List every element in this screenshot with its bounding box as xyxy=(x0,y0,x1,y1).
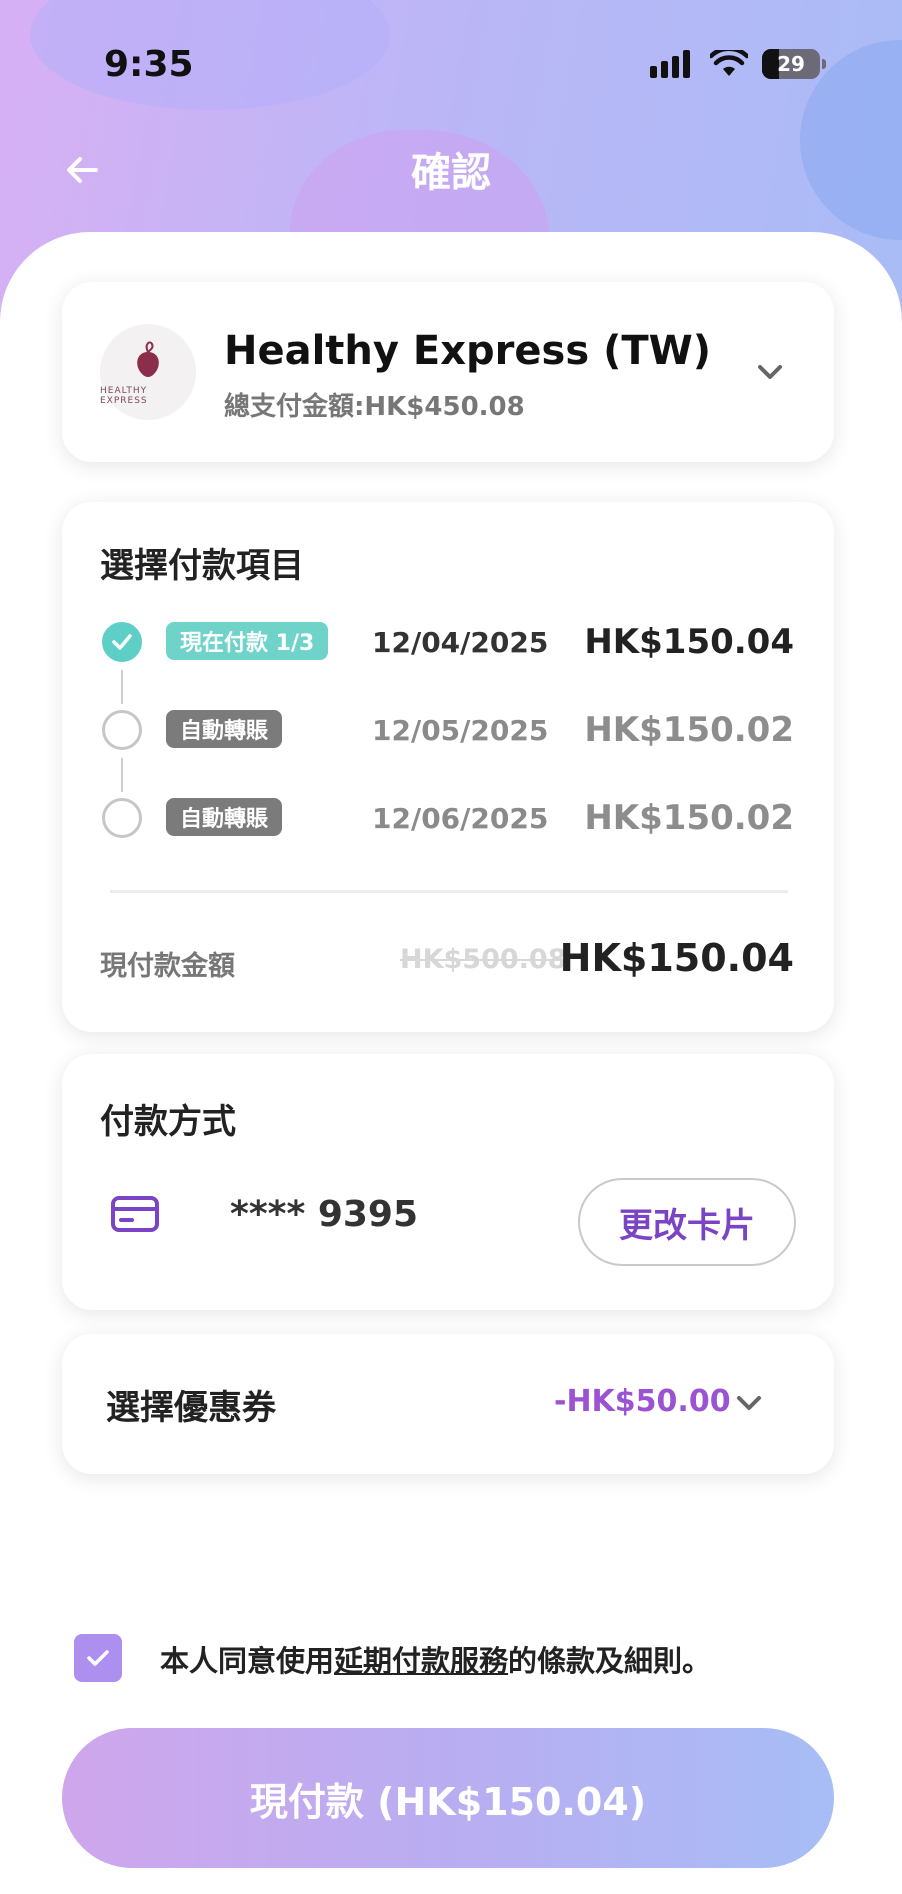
payment-plan-card: 選擇付款項目 現在付款 1/3 12/04/2025 HK$150.04 自動轉… xyxy=(62,502,834,1032)
radio-button[interactable] xyxy=(102,798,142,838)
agreement-suffix: 的條款及細則。 xyxy=(508,1644,712,1678)
chevron-down-icon[interactable] xyxy=(732,1386,766,1420)
payment-method-card: 付款方式 **** 9395 更改卡片 xyxy=(62,1054,834,1310)
plan-item[interactable]: 自動轉賬 12/05/2025 HK$150.02 xyxy=(62,706,834,756)
change-card-button[interactable]: 更改卡片 xyxy=(578,1178,796,1266)
status-time: 9:35 xyxy=(104,44,194,85)
status-badge: 自動轉賬 xyxy=(166,798,283,836)
plan-date: 12/05/2025 xyxy=(372,714,549,747)
divider xyxy=(110,890,788,893)
coupon-selector[interactable]: 選擇優惠券 -HK$50.00 xyxy=(62,1334,834,1474)
status-badge: 現在付款 1/3 xyxy=(166,622,329,660)
original-amount: HK$500.08 xyxy=(400,944,567,975)
battery-icon: 29 xyxy=(762,49,826,79)
now-payment-label: 現付款金額 xyxy=(100,951,235,982)
merchant-card[interactable]: HEALTHY EXPRESS Healthy Express (TW) 總支付… xyxy=(62,282,834,462)
signal-icon xyxy=(650,50,690,78)
plan-item[interactable]: 自動轉賬 12/06/2025 HK$150.02 xyxy=(62,794,834,844)
plan-date: 12/04/2025 xyxy=(372,626,549,659)
wifi-icon xyxy=(710,50,748,76)
plan-item[interactable]: 現在付款 1/3 12/04/2025 HK$150.04 xyxy=(62,618,834,668)
agree-checkbox[interactable] xyxy=(74,1634,122,1682)
plan-date: 12/06/2025 xyxy=(372,802,549,835)
logo-text: HEALTHY EXPRESS xyxy=(100,386,148,406)
credit-card-icon xyxy=(111,1196,159,1232)
plan-amount: HK$150.02 xyxy=(584,798,794,838)
decorative-blob xyxy=(30,0,390,110)
check-icon[interactable] xyxy=(102,622,142,662)
plan-amount: HK$150.02 xyxy=(584,710,794,750)
timeline-connector xyxy=(121,670,123,704)
merchant-logo: HEALTHY EXPRESS xyxy=(100,324,196,420)
plan-amount: HK$150.04 xyxy=(584,622,794,662)
merchant-name: Healthy Express (TW) xyxy=(224,328,712,374)
plan-title: 選擇付款項目 xyxy=(100,546,304,586)
merchant-total: 總支付金額:HK$450.08 xyxy=(224,392,525,422)
pay-now-button[interactable]: 現付款 (HK$150.04) xyxy=(62,1728,834,1868)
chevron-down-icon[interactable] xyxy=(752,354,788,390)
payment-method-title: 付款方式 xyxy=(100,1102,236,1142)
page-title: 確認 xyxy=(411,150,491,196)
status-icons: 29 xyxy=(650,46,826,82)
now-payment-amount: HK$150.04 xyxy=(559,936,794,980)
check-icon xyxy=(87,1650,109,1666)
beet-logo-icon xyxy=(137,341,159,377)
card-number: **** 9395 xyxy=(230,1194,419,1235)
timeline-connector xyxy=(121,758,123,792)
agreement-prefix: 本人同意使用 xyxy=(160,1644,335,1678)
coupon-label: 選擇優惠券 xyxy=(106,1388,276,1428)
terms-link[interactable]: 延期付款服務 xyxy=(334,1644,508,1678)
radio-button[interactable] xyxy=(102,710,142,750)
agreement-text: 本人同意使用延期付款服務的條款及細則。 xyxy=(160,1638,711,1680)
coupon-value: -HK$50.00 xyxy=(554,1384,731,1419)
status-badge: 自動轉賬 xyxy=(166,710,283,748)
battery-level: 29 xyxy=(777,52,805,76)
